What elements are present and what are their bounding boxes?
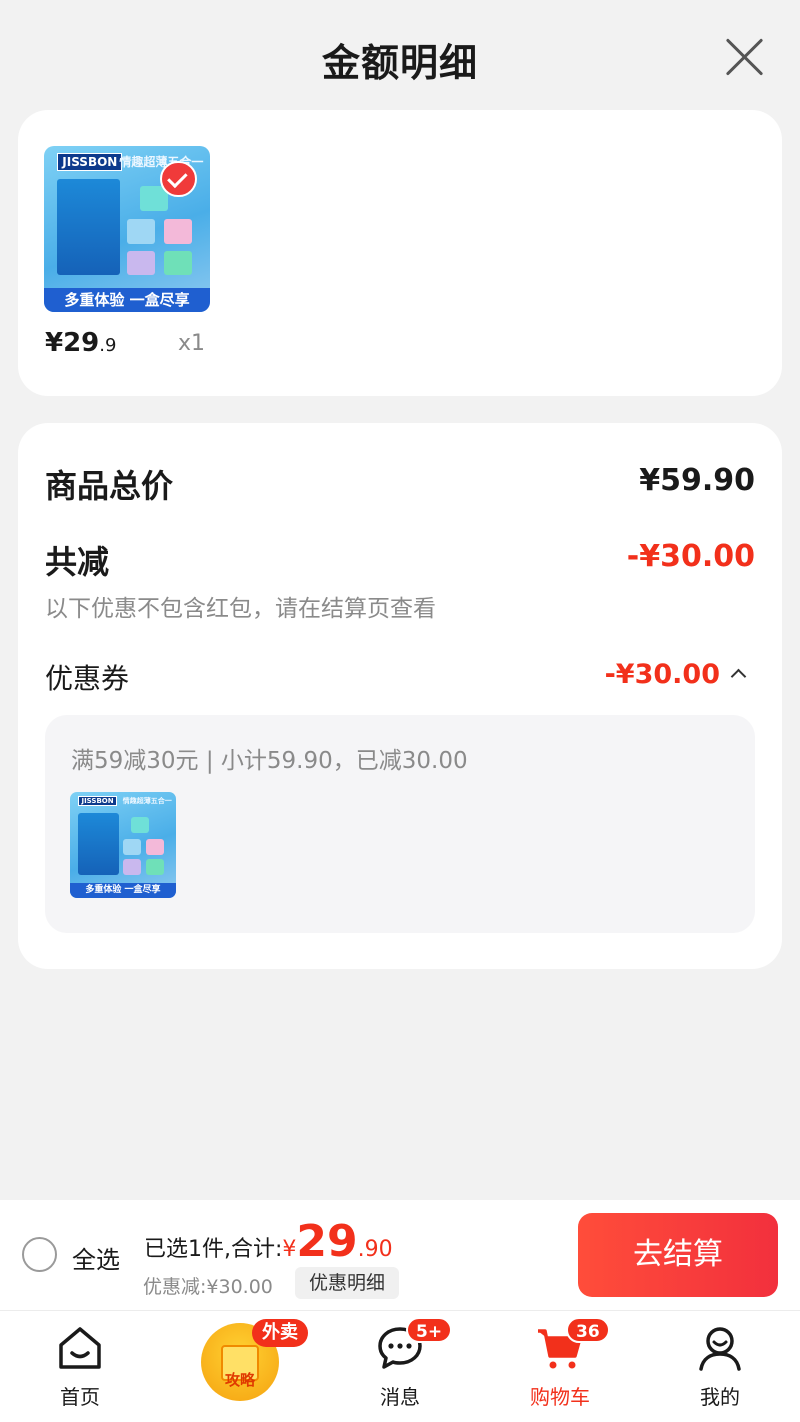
reduce-label: 共减 [45, 543, 110, 581]
tab-messages-label: 消息 [380, 1385, 420, 1409]
coupon-label: 优惠券 [45, 662, 130, 695]
checkout-bar: 全选 已选1件,合计:¥29.90 优惠减:¥30.00 优惠明细 去结算 [0, 1200, 800, 1310]
select-all-label[interactable]: 全选 [72, 1240, 120, 1275]
product-tagline: 情趣超薄五合一 [122, 797, 172, 806]
product-banner: 多重体验 一盒尽享 [44, 288, 210, 312]
product-mini-box [123, 838, 142, 855]
guide-text: 攻略 [224, 1371, 255, 1389]
coupon-value[interactable]: -¥30.00 [605, 659, 720, 690]
cart-badge: 36 [566, 1317, 610, 1343]
product-mini-box [146, 838, 165, 855]
select-all-radio[interactable] [22, 1237, 57, 1272]
coupon-rule: 满59减30元 | 小计59.90，已减30.00 [71, 748, 468, 774]
total-label: 商品总价 [45, 467, 174, 505]
product-box-graphic [57, 179, 121, 276]
checkout-button[interactable]: 去结算 [578, 1213, 778, 1297]
discount-detail-button[interactable]: 优惠明细 [295, 1267, 400, 1299]
product-brand: JISSBON [78, 796, 117, 807]
product-mini-box [163, 250, 192, 276]
total-amount: ¥29.90 [282, 1216, 392, 1267]
product-price-dec: .9 [99, 335, 117, 356]
tab-me[interactable]: 我的 [640, 1311, 800, 1422]
reduce-value: -¥30.00 [626, 539, 755, 574]
total-dec: .90 [357, 1237, 393, 1262]
selected-summary: 已选1件,合计:¥29.90 [144, 1216, 393, 1267]
product-mini-box [127, 219, 156, 244]
waimai-badge: 外卖 [252, 1319, 308, 1347]
home-icon [59, 1327, 101, 1369]
product-thumbnail[interactable]: JISSBON 情趣超薄五合一 多重体验 一盒尽享 [44, 146, 210, 312]
coupon-product-thumbnail[interactable]: JISSBON 情趣超薄五合一 多重体验 一盒尽享 [70, 792, 176, 898]
total-int: 29 [296, 1216, 358, 1267]
messages-badge: 5+ [406, 1317, 453, 1343]
selected-text: 已选1件,合计: [144, 1237, 283, 1262]
tab-home[interactable]: 首页 [0, 1311, 160, 1422]
total-yen: ¥ [282, 1237, 297, 1262]
chevron-up-icon[interactable] [730, 668, 747, 685]
product-qty: x1 [178, 331, 206, 356]
product-card: JISSBON 情趣超薄五合一 多重体验 一盒尽享 ¥29.9 x1 [18, 110, 782, 396]
tab-messages[interactable]: 5+ 消息 [320, 1311, 480, 1422]
tab-me-label: 我的 [700, 1385, 740, 1409]
close-icon[interactable] [724, 36, 766, 78]
product-mini-box [123, 858, 142, 875]
product-mini-box [131, 817, 150, 834]
reduce-note: 以下优惠不包含红包，请在结算页查看 [45, 596, 436, 622]
product-box-graphic [78, 813, 119, 875]
product-mini-box [146, 858, 165, 875]
product-banner: 多重体验 一盒尽享 [70, 883, 176, 898]
tab-cart[interactable]: 36 购物车 [480, 1311, 640, 1422]
tab-guide[interactable]: 攻略 外卖 [160, 1311, 320, 1422]
discount-text: 优惠减:¥30.00 [143, 1276, 273, 1298]
tab-home-label: 首页 [60, 1385, 100, 1409]
product-mini-box [127, 250, 156, 276]
user-icon [699, 1327, 741, 1371]
tab-bar: 首页 攻略 外卖 5+ 消息 36 购物车 我的 [0, 1310, 800, 1422]
total-value: ¥59.90 [639, 463, 755, 498]
product-brand: JISSBON [57, 152, 123, 171]
product-price: ¥29.9 [45, 328, 116, 358]
sheet-title: 金额明细 [321, 41, 478, 85]
tab-cart-label: 购物车 [530, 1385, 590, 1409]
product-price-int: ¥29 [45, 328, 100, 358]
check-icon [160, 160, 197, 198]
product-mini-box [163, 219, 192, 244]
